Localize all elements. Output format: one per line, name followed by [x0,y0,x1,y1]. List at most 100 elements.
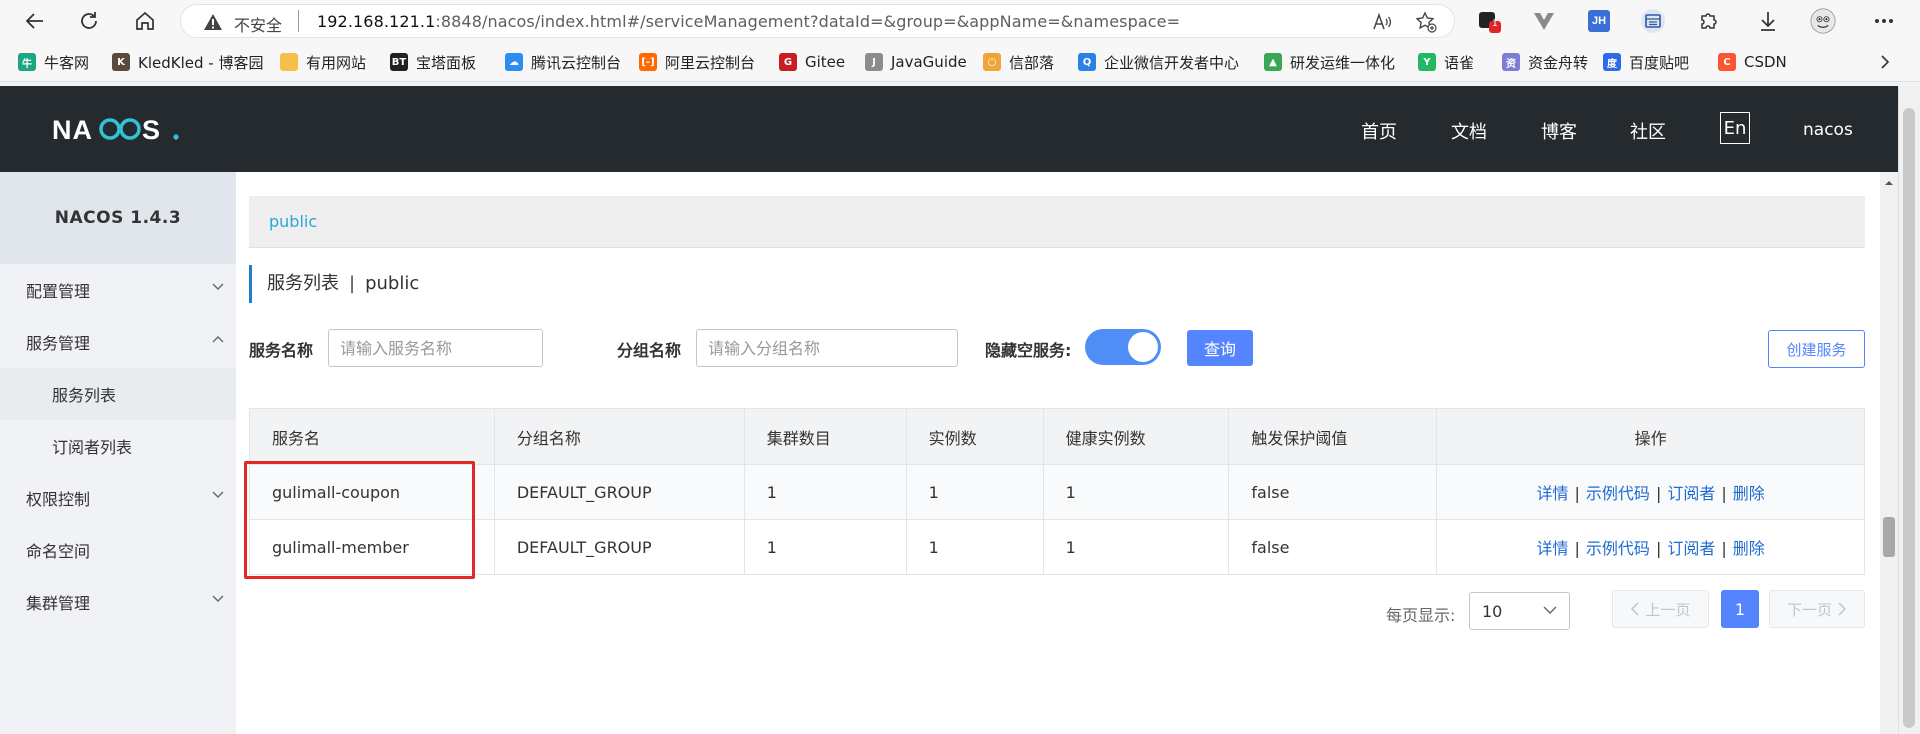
profile-avatar-icon[interactable] [1810,8,1836,34]
javaguide-icon: J [865,53,883,71]
bookmark-label: 企业微信开发者中心 [1104,53,1240,72]
query-button[interactable]: 查询 [1187,330,1253,366]
service-name-input[interactable] [328,329,543,367]
cell-service-name: gulimall-member [249,519,495,575]
delete-link[interactable]: 删除 [1733,484,1765,503]
bookmark-item[interactable]: C CSDN [1718,52,1787,72]
reading-list-icon[interactable] [1640,8,1666,34]
url-text[interactable]: 192.168.121.1:8848/nacos/index.html#/ser… [317,12,1180,31]
favorites-add-icon[interactable] [1415,11,1437,33]
action-separator: | [1574,539,1580,558]
nacos-header: NA S 首页 文档 博客 社区 En nacos [0,86,1898,172]
prev-page-button[interactable]: 上一页 [1612,590,1709,628]
hide-empty-toggle[interactable] [1085,329,1161,365]
sidebar-item-label: 权限控制 [26,490,91,509]
sidebar-item-cluster[interactable]: 集群管理 [0,576,236,628]
read-aloud-icon[interactable] [1371,11,1393,33]
bookmark-item[interactable]: ○ 信部落 [983,52,1054,72]
col-service-name: 服务名 [249,408,495,465]
extensions-puzzle-icon[interactable] [1696,8,1722,34]
home-icon[interactable] [130,6,160,36]
nav-community[interactable]: 社区 [1630,118,1666,144]
prev-page-label: 上一页 [1645,600,1691,619]
bt-icon: BT [390,53,408,71]
bookmark-item[interactable]: Y 语雀 [1418,52,1474,72]
subscribers-link[interactable]: 订阅者 [1667,484,1715,503]
language-switch[interactable]: En [1720,112,1750,144]
subscribers-link[interactable]: 订阅者 [1667,539,1715,558]
bookmark-item[interactable]: 有用网站 [280,52,366,72]
cell-healthy-count: 1 [1043,519,1230,575]
bookmark-label: 资金舟转 [1528,53,1589,72]
content-scrollbar[interactable] [1880,172,1898,734]
service-name-label: 服务名称 [249,341,314,360]
gitee-icon: G [779,53,797,71]
bookmark-label: 语雀 [1444,53,1475,72]
detail-link[interactable]: 详情 [1537,484,1569,503]
detail-link[interactable]: 详情 [1537,539,1569,558]
next-page-button[interactable]: 下一页 [1769,590,1865,628]
sample-code-link[interactable]: 示例代码 [1586,539,1650,558]
scroll-up-icon[interactable] [1880,176,1898,190]
page-scrollbar-thumb[interactable] [1903,108,1915,728]
more-menu-icon[interactable] [1871,8,1897,34]
jh-extension-label: JH [1588,10,1610,32]
create-service-button[interactable]: 创建服务 [1768,330,1865,368]
namespace-tab-public[interactable]: public [269,212,317,231]
content-scrollbar-thumb[interactable] [1883,517,1895,557]
insecure-label[interactable]: 不安全 [234,12,282,36]
sidebar-item-subscriber-list[interactable]: 订阅者列表 [0,420,236,472]
nav-blog[interactable]: 博客 [1541,118,1577,144]
sidebar-item-namespace[interactable]: 命名空间 [0,524,236,576]
browser-toolbar: 不安全 192.168.121.1:8848/nacos/index.html#… [0,0,1920,42]
sidebar-item-service-list[interactable]: 服务列表 [0,368,236,420]
jh-extension-icon[interactable]: JH [1586,8,1612,34]
sidebar-item-config[interactable]: 配置管理 [0,264,236,316]
aliyun-icon: [-] [639,53,657,71]
downloads-icon[interactable] [1755,8,1781,34]
nav-home[interactable]: 首页 [1361,118,1397,144]
address-bar[interactable]: 不安全 192.168.121.1:8848/nacos/index.html#… [180,4,1455,38]
bookmarks-overflow-icon[interactable] [1880,52,1890,72]
svg-text:S: S [142,115,160,145]
page-title-separator: | [349,273,356,294]
cell-protect-threshold: false [1228,464,1438,520]
bookmark-item[interactable]: 度百度贴吧 [1603,52,1689,72]
bookmark-item[interactable]: K KledKled - 博客园 [112,52,263,72]
bookmark-item[interactable]: BT 宝塔面板 [390,52,476,72]
sidebar-item-label: 配置管理 [26,282,91,301]
bookmark-item[interactable]: ☁ 腾讯云控制台 [505,52,621,72]
extension-badge-icon[interactable]: 1 [1476,8,1502,34]
bookmark-item[interactable]: 牛牛客网 [18,52,89,72]
refresh-icon[interactable] [74,6,104,36]
page-number-1[interactable]: 1 [1721,590,1759,628]
main-content: public 服务列表 | public 服务名称 分组名称 隐藏空服务: 查询 创… [236,172,1880,734]
nav-docs[interactable]: 文档 [1451,118,1487,144]
page-size-label: 每页显示: [1386,606,1456,625]
cell-service-name: gulimall-coupon [249,464,495,520]
bookmark-item[interactable]: G Gitee [779,52,845,72]
cell-actions: 详情 | 示例代码 | 订阅者 | 删除 [1436,464,1865,520]
bookmark-label: CSDN [1744,53,1787,71]
group-name-input[interactable] [696,329,958,367]
chevron-up-icon [212,336,224,343]
user-name[interactable]: nacos [1803,120,1853,140]
sample-code-link[interactable]: 示例代码 [1586,484,1650,503]
bookmark-item[interactable]: 资资金舟转 [1502,52,1588,72]
back-icon[interactable] [20,6,50,36]
sidebar-item-service[interactable]: 服务管理 [0,316,236,368]
bookmark-item[interactable]: Q 企业微信开发者中心 [1078,52,1239,72]
sidebar-item-auth[interactable]: 权限控制 [0,472,236,524]
vue-devtools-icon[interactable] [1531,8,1557,34]
devops-icon: ▲ [1264,53,1282,71]
page-scrollbar[interactable] [1898,86,1920,734]
bookmark-item[interactable]: ▲ 研发运维一体化 [1264,52,1395,72]
bookmark-item[interactable]: J JavaGuide [865,52,967,72]
page-size-select[interactable]: 10 [1469,592,1570,630]
nacos-logo[interactable]: NA S [52,112,182,146]
warning-icon[interactable] [203,13,223,35]
bookmark-item[interactable]: [-] 阿里云控制台 [639,52,755,72]
page-title: 服务列表 | public [249,265,419,303]
delete-link[interactable]: 删除 [1733,539,1765,558]
bookmark-label: 宝塔面板 [416,53,477,72]
